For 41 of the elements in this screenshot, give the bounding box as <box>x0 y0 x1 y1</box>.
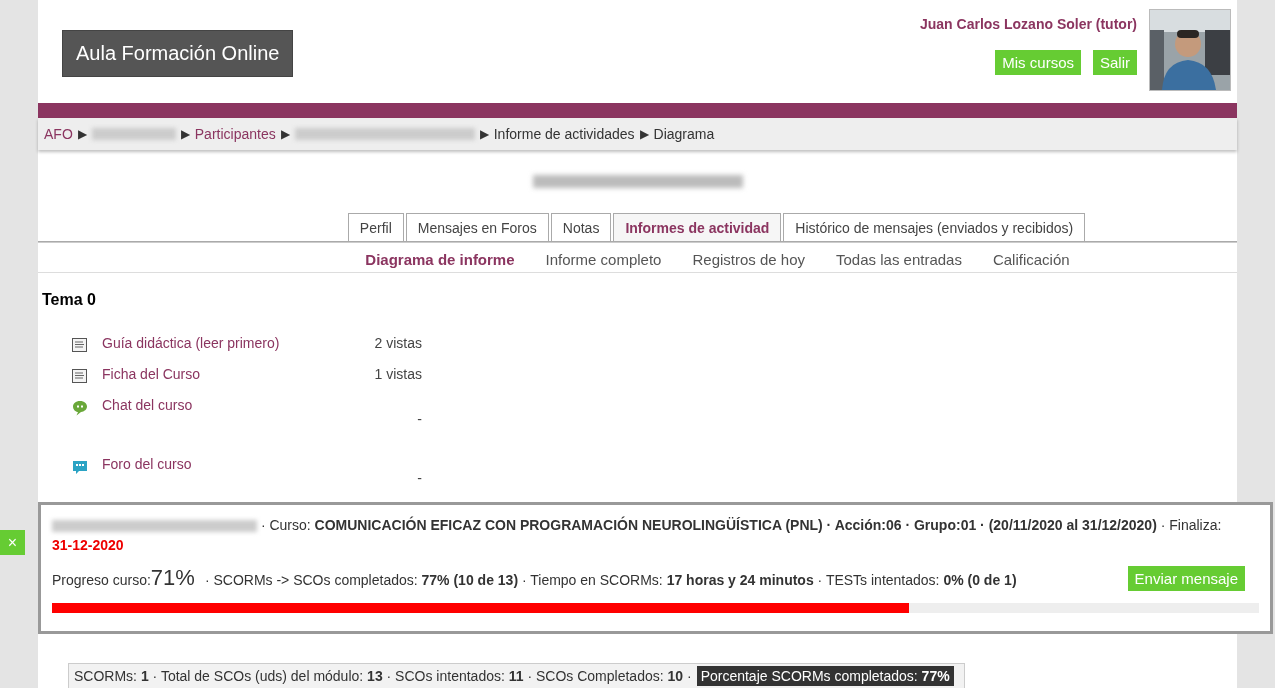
progress-value: 71% <box>150 565 195 591</box>
activity-link[interactable]: Guía didáctica (leer primero) <box>102 334 352 351</box>
completion-percentage: Porcentaje SCORMs completados: 77% <box>696 665 954 686</box>
breadcrumb-item: Diagrama <box>653 125 715 142</box>
user-name[interactable]: Juan Carlos Lozano Soler (tutor) <box>920 16 1137 32</box>
separator-icon: ▶ <box>77 126 87 141</box>
site-logo[interactable]: Aula Formación Online <box>62 30 294 77</box>
tab[interactable]: Informes de actividad <box>613 212 782 241</box>
view-count: - <box>416 410 422 427</box>
document-icon <box>72 337 87 352</box>
tab[interactable]: Mensajes en Foros <box>405 212 549 241</box>
module-counts: SCORMs: 1 · Total de SCOs (uds) del módulo: 13 · SCOs intentados: 11 · SCOs Completados: 10 · <box>74 667 692 684</box>
activity-link[interactable]: Ficha del Curso <box>102 365 352 382</box>
separator-icon: ▶ <box>180 126 190 141</box>
view-count: 2 vistas <box>373 334 422 351</box>
activity-link[interactable]: Chat del curso <box>102 396 352 413</box>
section-title: Tema 0 <box>42 290 97 309</box>
subtab[interactable]: Todas las entradas <box>836 250 962 268</box>
separator-icon: ▶ <box>479 126 489 141</box>
view-count: 1 vistas <box>373 365 422 382</box>
subtab[interactable]: Diagrama de informe <box>365 250 515 268</box>
view-count: - <box>416 469 422 486</box>
separator-icon: ▶ <box>639 126 649 141</box>
tab[interactable]: Notas <box>550 212 612 241</box>
progress-label: Progreso curso: <box>52 572 151 588</box>
scorm-stats: · SCORMs -> SCOs completados: 77% (10 de 13) · Tiempo en SCORMs: 17 horas y 24 minutos · TESTs intentados: 0% (0 de 1) <box>204 572 1017 588</box>
subtab[interactable]: Informe completo <box>545 250 662 268</box>
separator-icon: ▶ <box>280 126 290 141</box>
activity-link[interactable]: Foro del curso <box>102 455 352 472</box>
breadcrumb-link[interactable]: Participantes <box>194 125 276 142</box>
tab[interactable]: Histórico de mensajes (enviados y recibidos) <box>783 212 1086 241</box>
breadcrumb-link[interactable]: AFO <box>44 125 73 142</box>
subtab[interactable]: Registros de hoy <box>692 250 805 268</box>
document-icon <box>72 368 87 383</box>
end-date: 31-12-2020 <box>52 537 125 553</box>
speech-bubble-icon <box>72 458 88 475</box>
course-info: · Curso: COMUNICACIÓN EFICAZ CON PROGRAMACIÓN NEUROLINGÜÍSTICA (PNL) · Acción:06 · Grupo:01 · (20/11/2020 al 31/12/2020) · Finaliza: <box>260 517 1222 533</box>
speech-bubble-icon <box>72 399 88 416</box>
breadcrumb-item: Informe de actividades <box>493 125 635 142</box>
tab[interactable]: Perfil <box>347 212 404 241</box>
subtab[interactable]: Calificación <box>992 250 1070 268</box>
